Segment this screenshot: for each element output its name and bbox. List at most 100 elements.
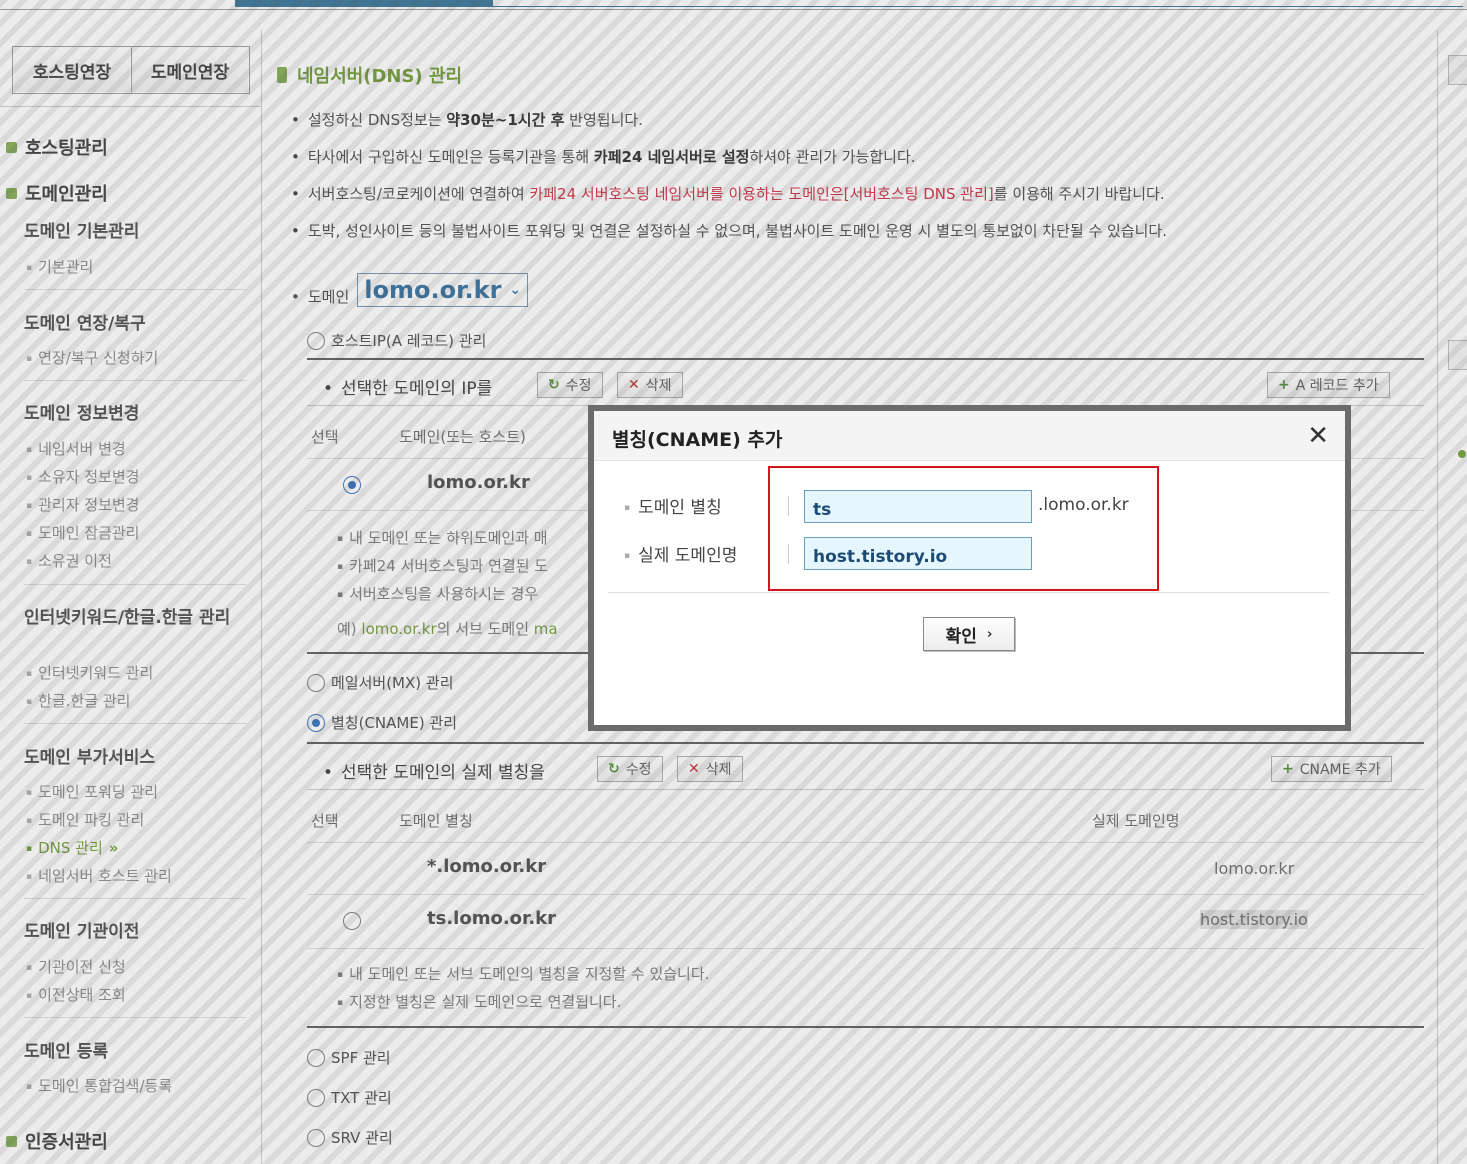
cname-edit-button[interactable]: ↻ 수정: [597, 756, 663, 782]
plus-icon: +: [1278, 377, 1290, 393]
rail-tab[interactable]: [1448, 55, 1467, 85]
radio-button[interactable]: [307, 1088, 325, 1107]
sidebar-item-keyword[interactable]: 인터넷키워드 관리: [26, 662, 153, 683]
cname-add-button[interactable]: + CNAME 추가: [1271, 756, 1392, 782]
sidebar-item-korean[interactable]: 한글.한글 관리: [26, 690, 130, 711]
a-row-radio[interactable]: [343, 476, 361, 494]
category-marker-icon: [6, 187, 17, 199]
sidebar-divider: [24, 584, 246, 585]
sidebar-divider: [24, 898, 246, 899]
sidebar-item-forwarding[interactable]: 도메인 포워딩 관리: [26, 781, 158, 802]
sidebar-item-basic[interactable]: 기본관리: [26, 256, 93, 277]
hosting-extend-button[interactable]: 호스팅연장: [13, 47, 131, 93]
alias-suffix: .lomo.or.kr: [1038, 495, 1129, 515]
sidebar-item-agency-transfer[interactable]: 기관이전 신청: [26, 956, 126, 977]
right-rail: [1437, 30, 1467, 1164]
radio-txt[interactable]: TXT 관리: [307, 1087, 392, 1108]
sidebar-item-lock[interactable]: 도메인 잠금관리: [26, 522, 139, 543]
cname-note: 내 도메인 또는 서브 도메인의 별칭을 지정할 수 있습니다.: [337, 963, 709, 984]
sidebar-item-renew[interactable]: 연장/복구 신청하기: [26, 347, 158, 368]
chevron-right-icon: »: [108, 839, 119, 857]
sidebar-cat-label: 도메인관리: [25, 184, 108, 205]
sidebar-item-nameserver[interactable]: 네임서버 변경: [26, 438, 126, 459]
a-record-header: 선택한 도메인의 IP를 ↻ 수정 ✕ 삭제 + A 레코드 추가: [307, 360, 1424, 406]
radio-label: TXT 관리: [331, 1089, 392, 1107]
table-divider: [307, 894, 1424, 895]
radio-mx[interactable]: 메일서버(MX) 관리: [307, 672, 454, 693]
sidebar-group-title: 도메인 부가서비스: [24, 748, 156, 768]
domain-select[interactable]: lomo.or.kr ⌄: [357, 273, 529, 307]
sidebar-cat-hosting[interactable]: 호스팅관리: [6, 134, 108, 160]
radio-a-record[interactable]: 호스트IP(A 레코드) 관리: [307, 330, 486, 351]
bullet-bold: 카페24 네임서버로 설정: [593, 148, 750, 166]
field-divider: [788, 544, 789, 564]
col-alias: 도메인 별칭: [399, 812, 473, 830]
rail-tab[interactable]: [1448, 340, 1467, 370]
button-label: 수정: [565, 378, 592, 394]
radio-button[interactable]: [307, 331, 325, 350]
sidebar-item-search-register[interactable]: 도메인 통합검색/등록: [26, 1075, 172, 1096]
domain-extend-button[interactable]: 도메인연장: [131, 47, 249, 93]
confirm-label: 확인: [945, 626, 977, 647]
info-bullet: 도박, 성인사이트 등의 불법사이트 포워딩 및 연결은 설정하실 수 없으며,…: [291, 220, 1167, 241]
radio-button[interactable]: [307, 673, 325, 692]
section-heading: 선택한 도메인의 실제 별칭을: [323, 758, 545, 783]
tab-underline: [493, 6, 1463, 7]
col-select: 선택: [311, 428, 339, 446]
cname-delete-button[interactable]: ✕ 삭제: [677, 756, 743, 782]
button-label: CNAME 추가: [1299, 762, 1381, 778]
domain-select-value: lomo.or.kr: [364, 276, 502, 304]
col-domain: 도메인(또는 호스트): [399, 428, 526, 446]
sidebar-item-dns[interactable]: DNS 관리 »: [26, 837, 118, 858]
radio-label: SRV 관리: [331, 1129, 393, 1147]
sidebar-item-parking[interactable]: 도메인 파킹 관리: [26, 809, 144, 830]
col-real: 실제 도메인명: [1092, 812, 1180, 830]
sidebar-item-transfer-owner[interactable]: 소유권 이전: [26, 550, 112, 571]
radio-spf[interactable]: SPF 관리: [307, 1047, 391, 1068]
a-note: 서버호스팅을 사용하시는 경우: [337, 583, 538, 604]
real-domain-input[interactable]: [804, 537, 1032, 570]
refresh-icon: ↻: [548, 377, 560, 393]
a-delete-button[interactable]: ✕ 삭제: [617, 372, 683, 398]
radio-button[interactable]: [307, 1048, 325, 1067]
a-edit-button[interactable]: ↻ 수정: [537, 372, 603, 398]
refresh-icon: ↻: [608, 761, 620, 777]
cname-add-dialog: 별칭(CNAME) 추가 ✕ 도메인 별칭 .lomo.or.kr 실제 도메인…: [588, 405, 1351, 731]
info-bullet: 타사에서 구입하신 도메인은 등록기관을 통해 카페24 네임서버로 설정하셔야…: [291, 146, 916, 167]
sidebar-item-admin[interactable]: 관리자 정보변경: [26, 494, 139, 515]
bullet-warning: 카페24 서버호스팅 네임서버를 이용하는 도메인은[서버호스팅 DNS 관리]: [529, 185, 994, 203]
sidebar-item-ns-host[interactable]: 네임서버 호스트 관리: [26, 865, 172, 886]
bullet-text: 반영됩니다.: [564, 111, 643, 129]
cname-row-radio[interactable]: [343, 912, 361, 930]
sidebar-group-title: 도메인 정보변경: [24, 404, 140, 424]
bullet-text: 도박, 성인사이트 등의 불법사이트 포워딩 및 연결은 설정하실 수 없으며,…: [307, 222, 1167, 240]
radio-button[interactable]: [307, 1128, 325, 1147]
radio-button[interactable]: [307, 713, 325, 732]
title-marker-icon: [277, 67, 287, 83]
radio-label: 별칭(CNAME) 관리: [331, 714, 458, 732]
domain-selector-row: 도메인 lomo.or.kr ⌄: [291, 273, 529, 307]
table-divider: [307, 842, 1424, 843]
sidebar-divider: [0, 106, 262, 107]
a-row-domain: lomo.or.kr: [427, 472, 530, 493]
close-icon[interactable]: ✕: [1307, 421, 1329, 451]
active-tab-indicator: [235, 0, 493, 7]
top-tab-bar: [0, 0, 1467, 10]
section-end: [307, 1026, 1424, 1028]
sidebar-cat-domain[interactable]: 도메인관리: [6, 180, 108, 206]
alias-input[interactable]: [804, 490, 1032, 523]
alias-label: 도메인 별칭: [624, 493, 722, 518]
sidebar-item-owner[interactable]: 소유자 정보변경: [26, 466, 139, 487]
confirm-button[interactable]: 확인 ›: [923, 617, 1015, 651]
domain-label: 도메인: [291, 286, 349, 307]
a-add-button[interactable]: + A 레코드 추가: [1267, 372, 1390, 398]
sidebar-group-title: 인터넷키워드/한글.한글 관리: [24, 608, 231, 628]
sidebar-group-title: 도메인 등록: [24, 1042, 109, 1062]
sidebar: 호스팅연장 도메인연장 호스팅관리 도메인관리 도메인 기본관리 기본관리 도메…: [0, 30, 262, 1164]
radio-cname[interactable]: 별칭(CNAME) 관리: [307, 712, 457, 733]
radio-srv[interactable]: SRV 관리: [307, 1127, 393, 1148]
button-label: A 레코드 추가: [1295, 378, 1379, 394]
sidebar-cat-cert[interactable]: 인증서관리: [6, 1128, 108, 1154]
section-heading: 선택한 도메인의 IP를: [323, 374, 492, 399]
sidebar-item-transfer-status[interactable]: 이전상태 조회: [26, 984, 126, 1005]
